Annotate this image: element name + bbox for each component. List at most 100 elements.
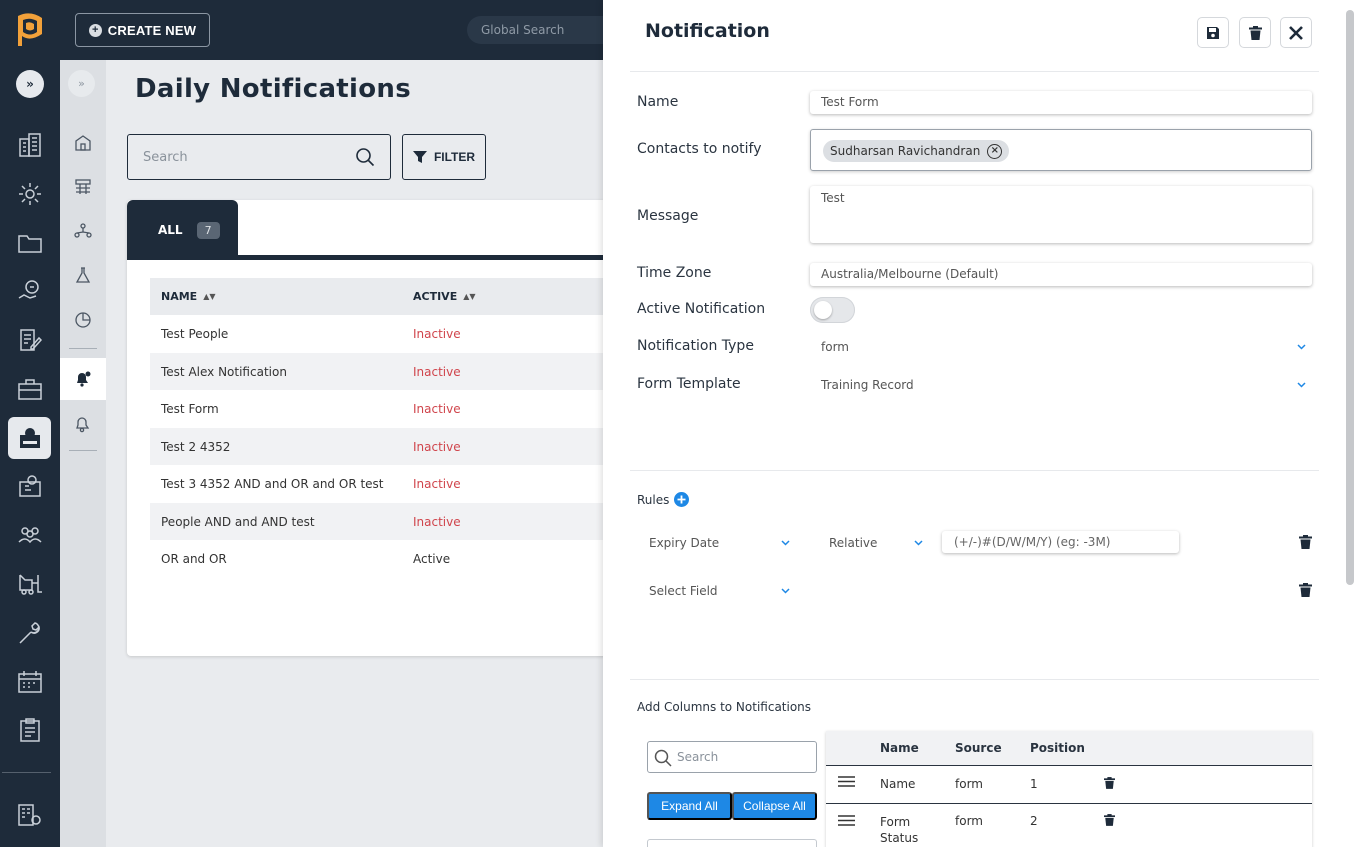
bell-settings-icon[interactable] [72, 368, 94, 390]
filter-label: FILTER [433, 150, 476, 164]
table-row[interactable]: Test Form Inactive [150, 390, 610, 428]
timezone-label: Time Zone [637, 265, 712, 281]
status-text: Active [413, 552, 451, 566]
panel-title: Notification [645, 20, 770, 42]
panel-divider-3 [630, 679, 1319, 680]
create-new-button[interactable]: + CREATE NEW [75, 13, 210, 47]
message-textarea[interactable]: Test [810, 186, 1312, 243]
expand-all-button[interactable]: Expand All [647, 792, 732, 820]
subrail-divider-2 [69, 450, 97, 451]
table-row[interactable]: Test Alex Notification Inactive [150, 352, 610, 390]
chevron-down-icon [1297, 382, 1306, 388]
create-new-label: CREATE NEW [107, 22, 197, 38]
table-row[interactable]: Test 2 4352 Inactive [150, 427, 610, 465]
building-small-icon[interactable] [72, 132, 94, 154]
trash-icon[interactable] [1104, 814, 1115, 829]
flask-icon[interactable] [72, 264, 94, 286]
delete-button[interactable] [1239, 17, 1271, 48]
chevron-down-icon [1297, 344, 1306, 350]
contacts-input[interactable]: Sudharsan Ravichandran × [810, 129, 1312, 171]
org-chart-icon[interactable] [72, 176, 94, 198]
contact-chip: Sudharsan Ravichandran × [823, 140, 1010, 162]
form-template-select[interactable]: Training Record [810, 373, 1312, 397]
gear-icon[interactable] [15, 179, 45, 209]
add-columns-heading: Add Columns to Notifications [637, 700, 812, 714]
tab-underline [127, 255, 627, 260]
rule-mode-select[interactable]: Relative [818, 531, 930, 555]
column-header-name[interactable]: NAME ▲▼ [161, 290, 216, 303]
column-header-active[interactable]: ACTIVE ▲▼ [413, 290, 476, 303]
trash-icon [1248, 25, 1262, 40]
panel-divider [630, 71, 1319, 72]
person-box-icon[interactable] [15, 471, 45, 501]
money-hand-icon[interactable] [15, 276, 45, 306]
expand-rail-icon[interactable]: » [16, 70, 44, 98]
funnel-icon [412, 151, 427, 163]
remove-chip-icon[interactable]: × [987, 143, 1003, 159]
timezone-input[interactable]: Australia/Melbourne (Default) [810, 263, 1312, 286]
notification-panel [603, 0, 1356, 847]
briefcase-icon[interactable] [15, 374, 45, 404]
id-badge-icon[interactable] [8, 417, 51, 459]
status-text: Inactive [413, 439, 461, 454]
active-notification-toggle[interactable] [810, 297, 855, 323]
status-text: Inactive [413, 364, 461, 379]
forklift-icon[interactable] [15, 569, 45, 599]
rule-value-input[interactable]: (+/-)#(D/W/M/Y) (eg: -3M) [942, 531, 1179, 553]
name-label: Name [637, 94, 679, 110]
chevron-down-icon [781, 540, 790, 546]
table-row[interactable]: Form Status form 2 [826, 805, 1312, 845]
building-settings-icon[interactable] [15, 800, 45, 830]
search-icon[interactable] [355, 147, 375, 171]
chevron-down-icon [914, 540, 923, 546]
pie-chart-icon[interactable] [72, 309, 94, 331]
rule2-field-select[interactable]: Select Field [638, 579, 796, 603]
list-search-input[interactable] [128, 135, 328, 179]
status-text: Inactive [413, 327, 461, 341]
delete-rule-icon[interactable] [1299, 583, 1312, 597]
people-group-icon[interactable] [15, 520, 45, 550]
status-text: Inactive [413, 402, 461, 416]
sort-icon: ▲▼ [203, 292, 216, 301]
tab-all-count-badge: 7 [196, 221, 220, 239]
table-header: NAME ▲▼ ACTIVE ▲▼ [150, 278, 610, 315]
delete-rule-icon[interactable] [1299, 535, 1312, 549]
drag-handle-icon[interactable] [838, 814, 855, 830]
notification-type-select[interactable]: form [810, 335, 1312, 359]
collapse-all-button[interactable]: Collapse All [732, 792, 817, 820]
table-row[interactable]: OR and OR Active [150, 540, 610, 578]
table-row[interactable]: Name form 1 [826, 766, 1312, 804]
close-icon [1289, 25, 1303, 40]
trash-icon[interactable] [1104, 777, 1115, 792]
bell-icon[interactable] [72, 413, 94, 435]
global-search-input[interactable]: Global Search [467, 16, 617, 44]
close-button[interactable] [1280, 17, 1312, 48]
rail-divider [2, 772, 51, 773]
rule-field-select[interactable]: Expiry Date [638, 531, 796, 555]
calendar-icon[interactable] [15, 667, 45, 697]
columns-search-input[interactable]: Search [647, 741, 817, 773]
name-input[interactable]: Test Form [810, 91, 1312, 114]
app-logo-icon[interactable] [14, 12, 46, 48]
plus-circle-icon: + [88, 23, 102, 37]
save-button[interactable] [1197, 17, 1229, 48]
contacts-label: Contacts to notify [637, 141, 762, 157]
document-edit-icon[interactable] [15, 325, 45, 355]
secondary-rail: » [60, 60, 106, 847]
tab-all[interactable]: ALL 7 [127, 200, 238, 260]
folder-icon[interactable] [15, 228, 45, 258]
drag-handle-icon[interactable] [838, 775, 855, 791]
panel-scrollbar[interactable] [1346, 10, 1354, 585]
wrench-icon[interactable] [15, 618, 45, 648]
field-tree[interactable] [647, 839, 817, 847]
buildings-icon[interactable] [15, 130, 45, 160]
add-rule-icon[interactable] [674, 492, 690, 507]
expand-subrail-icon[interactable]: » [68, 70, 95, 97]
clipboard-icon[interactable] [15, 715, 45, 745]
tree-icon[interactable] [72, 220, 94, 242]
table-row[interactable]: People AND and AND test Inactive [150, 502, 610, 540]
table-row[interactable]: Test People Inactive [150, 315, 610, 353]
subrail-divider [69, 348, 97, 349]
filter-button[interactable]: FILTER [402, 134, 486, 180]
table-row[interactable]: Test 3 4352 AND and OR and OR test Inact… [150, 465, 610, 503]
